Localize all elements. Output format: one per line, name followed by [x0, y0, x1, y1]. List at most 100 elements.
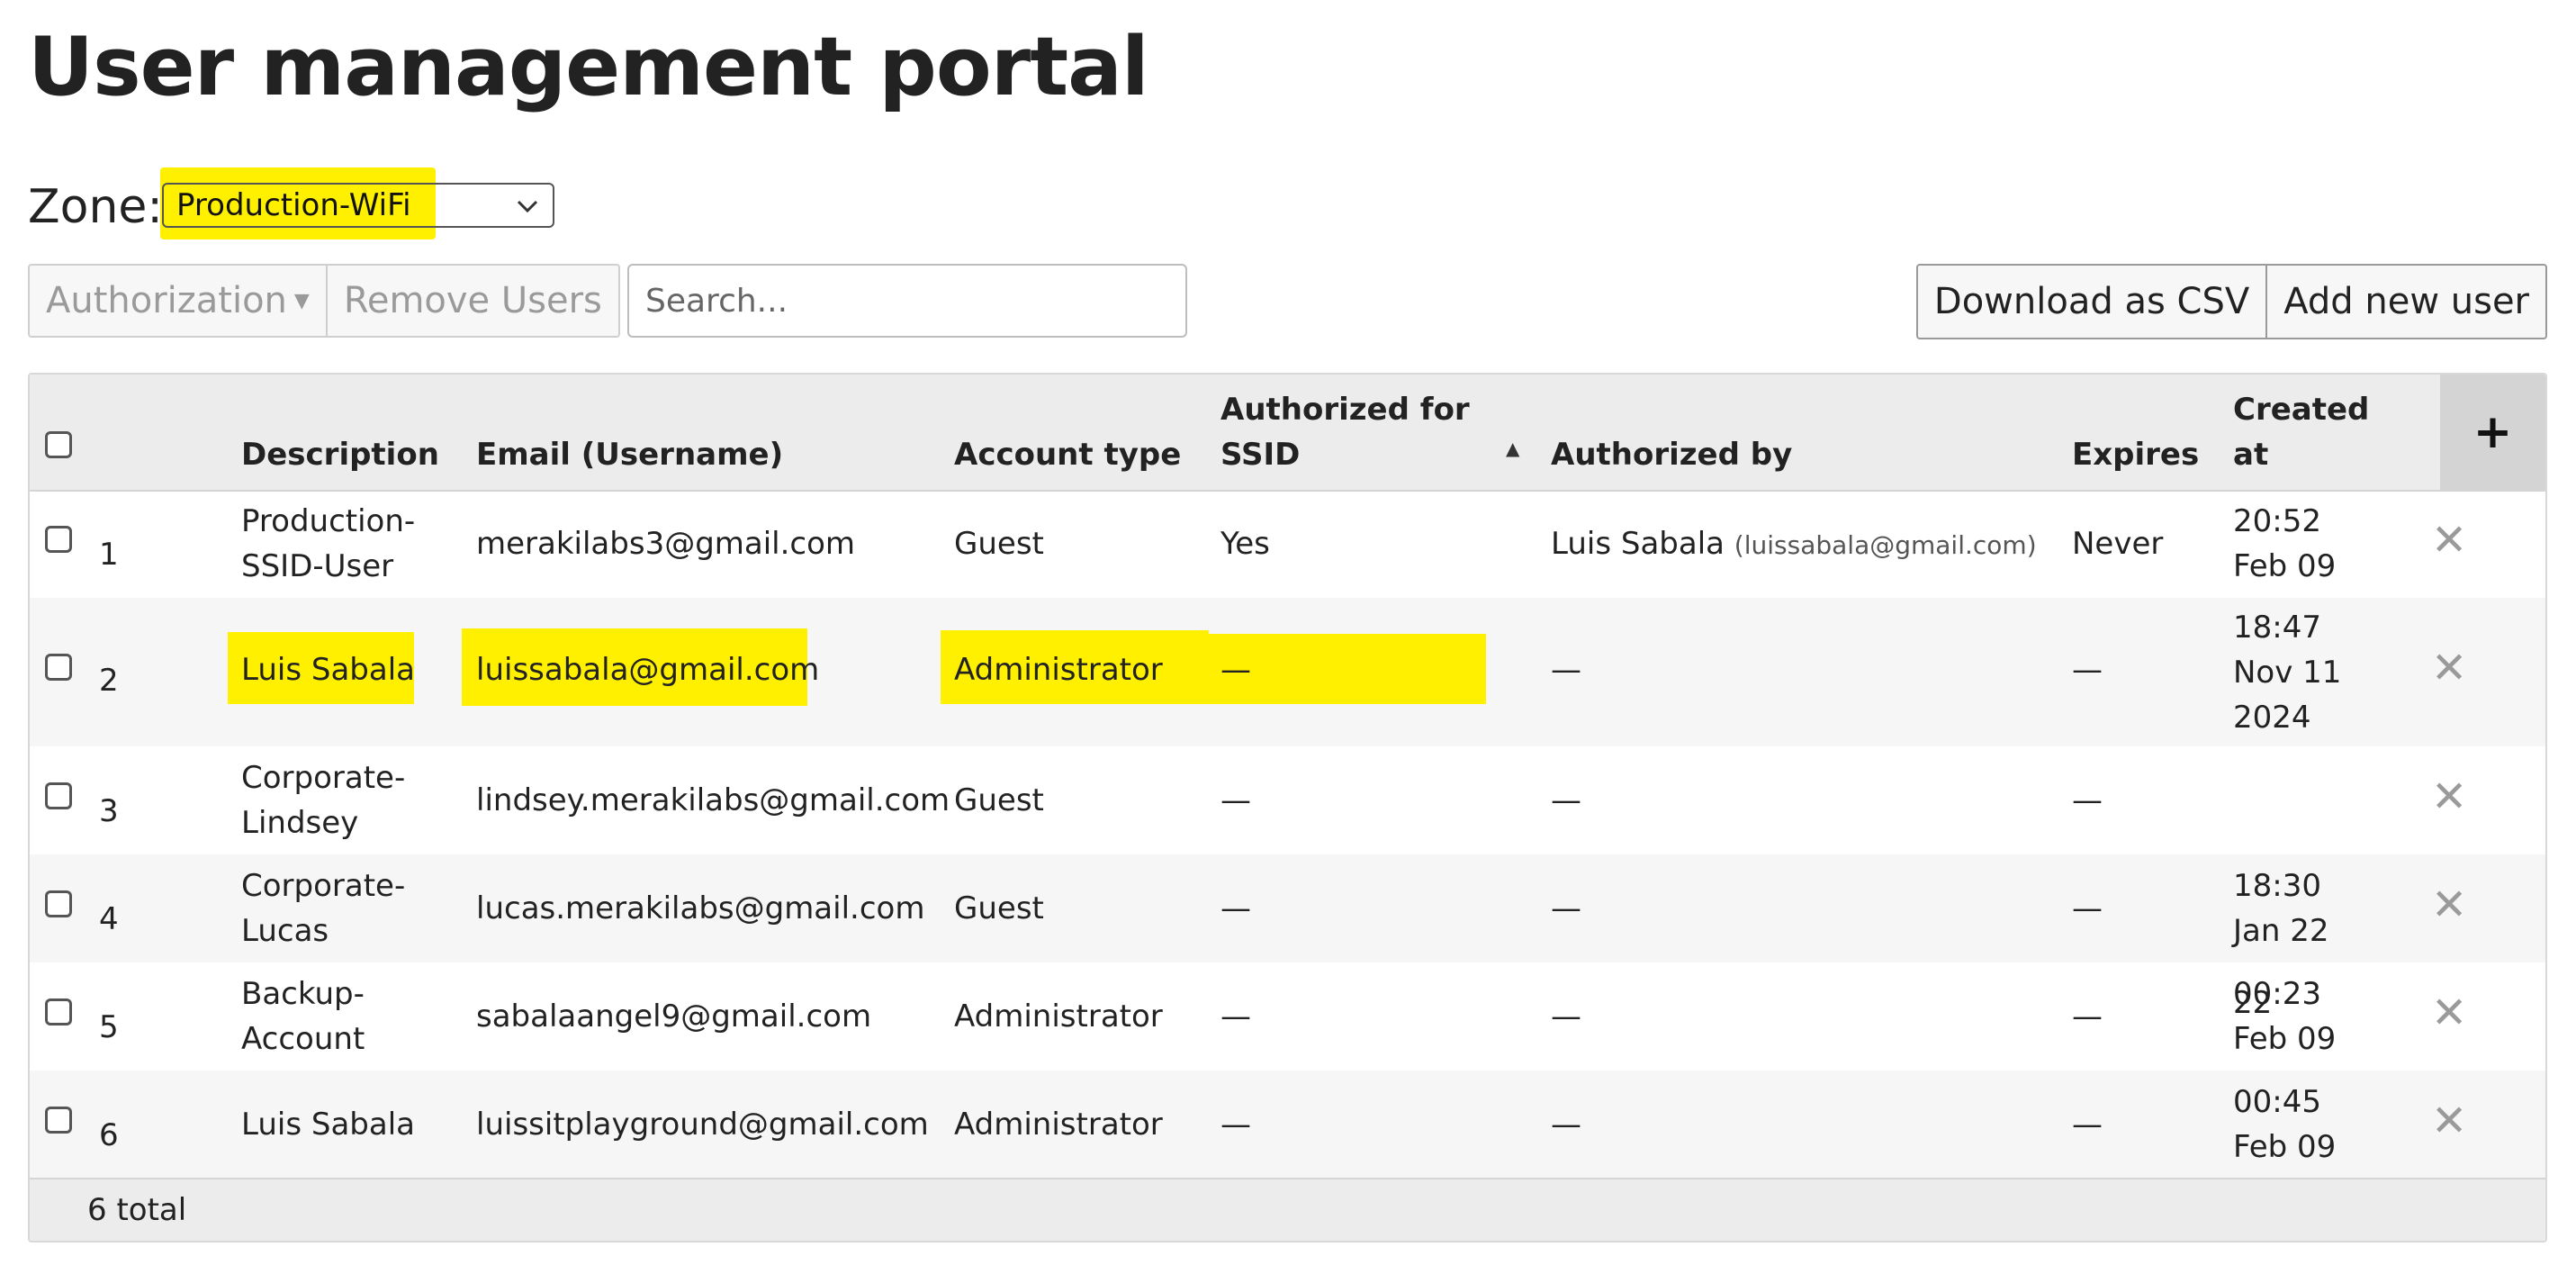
close-icon[interactable]: ✕	[2431, 988, 2467, 1038]
table-row: 1 Production- SSID-User merakilabs3@gmai…	[30, 490, 2545, 598]
created-line2: Jan 22	[2233, 913, 2329, 949]
close-icon[interactable]: ✕	[2431, 515, 2467, 565]
created-line3: 2024	[2233, 700, 2311, 736]
row-account-type: Administrator	[954, 652, 1163, 688]
row-authorized-by: —	[1551, 782, 1581, 818]
header-email[interactable]: Email (Username)	[476, 432, 783, 477]
created-line1: 20:52	[2233, 503, 2321, 539]
zone-label: Zone:	[28, 180, 163, 234]
row-checkbox[interactable]	[45, 526, 72, 553]
header-created-line2: at	[2233, 437, 2269, 473]
row-created-at: 00:45 Feb 09	[2233, 1080, 2336, 1170]
authorization-label: Authorization	[46, 280, 287, 321]
select-all-checkbox[interactable]	[45, 431, 72, 458]
close-icon[interactable]: ✕	[2431, 1096, 2467, 1146]
row-description: Production- SSID-User	[241, 499, 415, 589]
table-row: 2 Luis Sabala luissabala@gmail.com Admin…	[30, 598, 2545, 746]
row-checkbox[interactable]	[45, 998, 72, 1025]
close-icon[interactable]: ✕	[2431, 880, 2467, 930]
search-input[interactable]	[627, 264, 1187, 338]
zone-selected-value: Production-WiFi	[176, 187, 411, 223]
row-description-line1: Corporate-	[241, 760, 406, 796]
header-expires[interactable]: Expires	[2072, 432, 2199, 477]
header-description[interactable]: Description	[241, 432, 439, 477]
created-line2: Nov 11	[2233, 655, 2342, 691]
row-description-line2: Lucas	[241, 913, 329, 949]
row-authorized-ssid: —	[1220, 782, 1251, 818]
header-created-at[interactable]: Created at	[2233, 387, 2369, 477]
close-icon[interactable]: ✕	[2431, 643, 2467, 693]
row-number: 5	[99, 1009, 119, 1045]
header-authorized-ssid[interactable]: Authorized for SSID	[1220, 387, 1470, 477]
zone-select[interactable]: Production-WiFi	[162, 183, 554, 228]
row-checkbox[interactable]	[45, 890, 72, 917]
total-count: 6 total	[87, 1192, 187, 1228]
created-line2: Feb 09	[2233, 1129, 2337, 1165]
close-icon[interactable]: ✕	[2431, 772, 2467, 822]
row-email: merakilabs3@gmail.com	[476, 526, 856, 562]
created-line2: Feb 09	[2233, 548, 2337, 584]
chevron-down-icon	[515, 194, 540, 225]
header-account-type[interactable]: Account type	[954, 432, 1181, 477]
row-number: 3	[99, 793, 119, 829]
row-description-line1: Production-	[241, 503, 416, 539]
row-authorized-by: Luis Sabala (luissabala@gmail.com)	[1551, 521, 2037, 568]
row-created-at: 00:23 Feb 09	[2233, 971, 2336, 1062]
bulk-actions-group: Authorization ▼ Remove Users	[28, 264, 620, 338]
table-footer: 6 total	[30, 1178, 2545, 1241]
add-new-user-button[interactable]: Add new user	[2265, 266, 2545, 338]
download-csv-label: Download as CSV	[1933, 281, 2250, 322]
row-account-type: Administrator	[954, 1107, 1163, 1143]
row-expires: —	[2072, 890, 2103, 926]
download-csv-button[interactable]: Download as CSV	[1918, 266, 2265, 338]
row-expires: —	[2072, 1107, 2103, 1143]
zone-row: Zone:	[28, 171, 177, 243]
row-email: luissitplayground@gmail.com	[476, 1107, 929, 1143]
export-add-group: Download as CSV Add new user	[1915, 264, 2547, 339]
row-number: 4	[99, 901, 119, 937]
row-account-type: Guest	[954, 890, 1044, 926]
row-created-at: 20:52 Feb 09	[2233, 499, 2336, 589]
row-email: lucas.merakilabs@gmail.com	[476, 890, 925, 926]
row-checkbox[interactable]	[45, 654, 72, 681]
row-description: Corporate- Lucas	[241, 863, 405, 953]
row-authorized-by: —	[1551, 1107, 1581, 1143]
row-account-type: Guest	[954, 526, 1044, 562]
remove-users-button[interactable]: Remove Users	[325, 266, 618, 336]
row-description: Luis Sabala	[241, 652, 415, 688]
row-description-line1: Backup-	[241, 976, 365, 1012]
row-checkbox[interactable]	[45, 1107, 72, 1134]
row-authorized-ssid: —	[1220, 998, 1251, 1035]
authorization-dropdown-button[interactable]: Authorization ▼	[30, 266, 326, 336]
row-description-line2: Account	[241, 1021, 365, 1057]
table-row: 3 Corporate- Lindsey lindsey.merakilabs@…	[30, 746, 2545, 1021]
header-authorized-by[interactable]: Authorized by	[1551, 432, 1792, 477]
row-account-type: Guest	[954, 782, 1044, 818]
sort-ascending-icon[interactable]: ▲	[1506, 438, 1519, 459]
row-number: 6	[99, 1117, 119, 1153]
row-account-type: Administrator	[954, 998, 1163, 1035]
row-description: Backup- Account	[241, 971, 365, 1062]
row-expires: —	[2072, 652, 2103, 688]
row-checkbox[interactable]	[45, 782, 72, 809]
users-table: Description Email (Username) Account typ…	[28, 373, 2547, 1242]
plus-icon: +	[2472, 405, 2513, 459]
header-authorized-ssid-line2: SSID	[1220, 437, 1301, 473]
page-title: User management portal	[28, 20, 1149, 114]
row-authorized-by: —	[1551, 890, 1581, 926]
row-authorized-ssid: Yes	[1220, 526, 1270, 562]
row-authorized-ssid: —	[1220, 890, 1251, 926]
table-row: 4 Corporate- Lucas lucas.merakilabs@gmai…	[30, 854, 2545, 962]
row-description-line2: Lindsey	[241, 805, 359, 841]
caret-down-icon: ▼	[293, 289, 310, 312]
row-expires: —	[2072, 998, 2103, 1035]
row-description-line1: Corporate-	[241, 868, 406, 904]
row-authorized-ssid: —	[1220, 1107, 1251, 1143]
add-row-button[interactable]: +	[2440, 375, 2545, 490]
table-row: 6 Luis Sabala luissitplayground@gmail.co…	[30, 1071, 2545, 1178]
page: User management portal Zone: Production-…	[0, 0, 2576, 1283]
authorized-by-name: Luis Sabala	[1551, 526, 1725, 562]
row-authorized-by: —	[1551, 652, 1581, 688]
table-row: 5 Backup- Account sabalaangel9@gmail.com…	[30, 962, 2545, 1071]
created-line1: 18:30	[2233, 868, 2321, 904]
